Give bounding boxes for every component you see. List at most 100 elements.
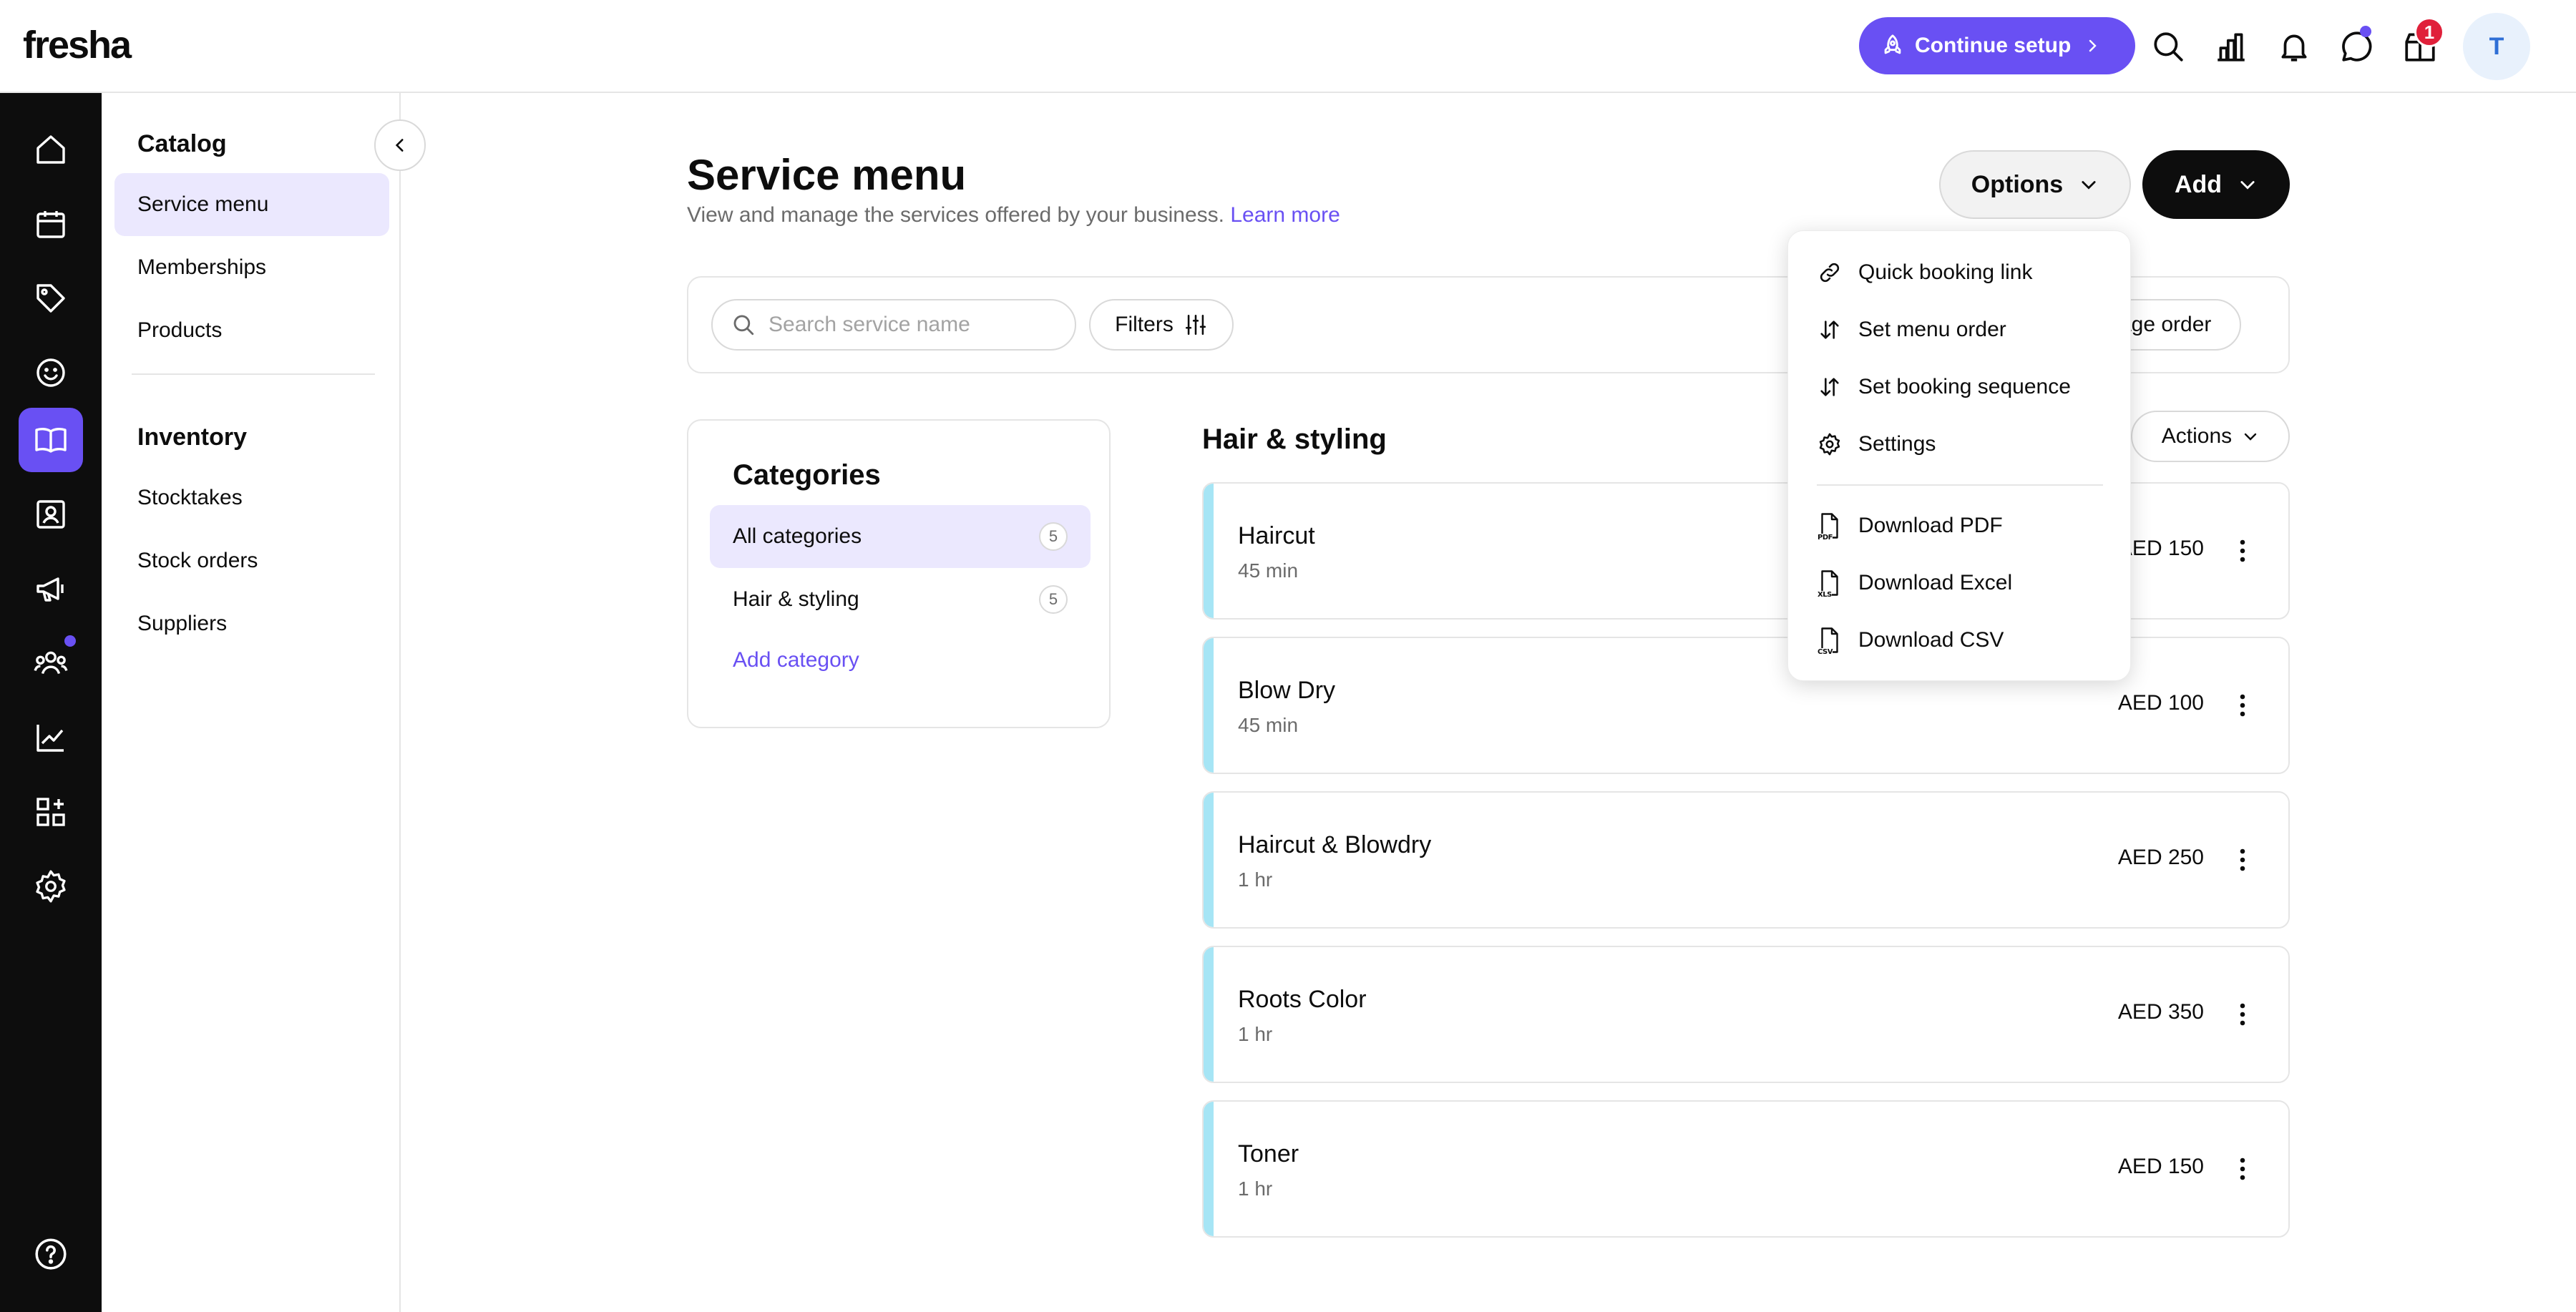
sidebar-divider	[132, 373, 375, 375]
bell-icon[interactable]	[2273, 25, 2316, 68]
filters-button[interactable]: Filters	[1089, 299, 1234, 351]
sidebar-item-stock-orders[interactable]: Stock orders	[114, 529, 389, 592]
service-name: Toner	[1238, 1140, 1299, 1167]
service-color-bar	[1204, 793, 1214, 927]
service-color-bar	[1204, 947, 1214, 1082]
menu-item-download-pdf[interactable]: PDF Download PDF	[1817, 504, 2003, 547]
file-type-tag: XLS	[1818, 591, 1832, 599]
tag-icon[interactable]	[19, 266, 83, 331]
menu-item-quick-booking-link[interactable]: Quick booking link	[1817, 251, 2032, 294]
sidebar-item-stocktakes[interactable]: Stocktakes	[114, 466, 389, 529]
home-icon[interactable]	[19, 117, 83, 182]
categories-title: Categories	[733, 459, 881, 491]
menu-item-download-csv[interactable]: CSV Download CSV	[1817, 619, 2004, 662]
service-row[interactable]: Toner 1 hr AED 150	[1202, 1100, 2290, 1238]
xls-file-icon: XLS	[1817, 570, 1843, 599]
sidebar-item-service-menu[interactable]: Service menu	[114, 173, 389, 236]
menu-item-label: Set menu order	[1858, 318, 2006, 341]
sidebar-item-label: Stocktakes	[137, 486, 243, 509]
service-row[interactable]: Roots Color 1 hr AED 350	[1202, 946, 2290, 1083]
collapse-sidebar-button[interactable]	[374, 119, 426, 171]
service-duration: 45 min	[1238, 559, 1299, 582]
service-color-bar	[1204, 1102, 1214, 1236]
service-name: Roots Color	[1238, 986, 1367, 1013]
chevron-down-icon	[2079, 175, 2099, 195]
page-title: Service menu	[687, 151, 967, 199]
more-vertical-icon[interactable]	[2228, 1149, 2257, 1189]
search-icon	[731, 313, 756, 337]
apps-icon[interactable]	[19, 780, 83, 844]
gear-icon[interactable]	[19, 854, 83, 919]
gift-notification-badge: 1	[2414, 17, 2444, 47]
sidebar-item-label: Products	[137, 318, 223, 342]
sidebar-item-products[interactable]: Products	[114, 299, 389, 362]
help-icon[interactable]	[33, 1236, 69, 1272]
filters-label: Filters	[1115, 313, 1174, 336]
search-icon[interactable]	[2147, 25, 2190, 68]
more-vertical-icon[interactable]	[2228, 685, 2257, 725]
category-all[interactable]: All categories 5	[710, 505, 1091, 568]
chevron-down-icon	[2238, 175, 2258, 195]
left-rail	[0, 93, 102, 1312]
calendar-icon[interactable]	[19, 192, 83, 256]
options-label: Options	[1971, 170, 2064, 198]
options-button[interactable]: Options	[1939, 150, 2131, 219]
link-icon	[1817, 260, 1843, 285]
sort-arrows-icon	[1817, 374, 1843, 400]
file-type-tag: CSV	[1818, 648, 1833, 656]
page-subtitle: View and manage the services offered by …	[687, 203, 1340, 227]
service-row[interactable]: Haircut & Blowdry 1 hr AED 250	[1202, 791, 2290, 929]
contact-card-icon[interactable]	[19, 482, 83, 547]
category-label: All categories	[733, 524, 862, 548]
service-price: AED 100	[2117, 691, 2204, 715]
menu-item-download-excel[interactable]: XLS Download Excel	[1817, 562, 2012, 604]
more-vertical-icon[interactable]	[2228, 840, 2257, 880]
add-category-link[interactable]: Add category	[733, 648, 859, 672]
sidebar-item-memberships[interactable]: Memberships	[114, 236, 389, 299]
category-count: 5	[1039, 522, 1068, 551]
category-count: 5	[1039, 585, 1068, 614]
menu-item-label: Download Excel	[1858, 571, 2013, 594]
service-color-bar	[1204, 638, 1214, 773]
rocket-icon	[1880, 34, 1905, 58]
learn-more-link[interactable]: Learn more	[1230, 203, 1340, 227]
book-icon[interactable]	[19, 408, 83, 472]
add-button[interactable]: Add	[2142, 150, 2290, 219]
csv-file-icon: CSV	[1817, 627, 1843, 656]
menu-item-label: Settings	[1858, 432, 1936, 456]
menu-divider	[1817, 484, 2103, 486]
menu-item-label: Download CSV	[1858, 628, 2004, 652]
categories-card: Categories All categories 5 Hair & styli…	[687, 419, 1111, 728]
service-name: Blow Dry	[1238, 677, 1336, 704]
chart-icon[interactable]	[2210, 25, 2253, 68]
more-vertical-icon[interactable]	[2228, 994, 2257, 1034]
actions-button[interactable]: Actions	[2131, 411, 2290, 462]
more-vertical-icon[interactable]	[2228, 531, 2257, 571]
continue-setup-button[interactable]: Continue setup	[1859, 17, 2135, 74]
sidebar-item-suppliers[interactable]: Suppliers	[114, 592, 389, 655]
chat-notification-dot	[2360, 26, 2371, 37]
top-bar: fresha Continue setup 1 T	[0, 0, 2576, 93]
menu-item-label: Quick booking link	[1858, 260, 2033, 284]
smiley-icon[interactable]	[19, 341, 83, 405]
category-label: Hair & styling	[733, 587, 859, 611]
trend-icon[interactable]	[19, 705, 83, 770]
avatar[interactable]: T	[2463, 13, 2530, 80]
chat-icon[interactable]	[2336, 25, 2379, 68]
catalog-sidebar: Catalog Service menu Memberships Product…	[102, 93, 401, 1312]
sliders-icon	[1184, 313, 1208, 337]
team-notification-dot	[64, 635, 76, 647]
service-price: AED 350	[2117, 1000, 2204, 1024]
search-input[interactable]	[769, 313, 1055, 337]
service-name: Haircut & Blowdry	[1238, 831, 1432, 858]
search-box[interactable]	[711, 299, 1076, 351]
catalog-heading: Catalog	[137, 130, 227, 157]
menu-item-set-booking-sequence[interactable]: Set booking sequence	[1817, 366, 2071, 408]
menu-item-set-menu-order[interactable]: Set menu order	[1817, 308, 2006, 351]
fresha-logo[interactable]: fresha	[23, 23, 132, 67]
category-hair-styling[interactable]: Hair & styling 5	[710, 568, 1091, 631]
megaphone-icon[interactable]	[19, 557, 83, 621]
menu-item-settings[interactable]: Settings	[1817, 423, 1936, 466]
file-type-tag: PDF	[1818, 534, 1833, 542]
service-duration: 1 hr	[1238, 1023, 1273, 1045]
